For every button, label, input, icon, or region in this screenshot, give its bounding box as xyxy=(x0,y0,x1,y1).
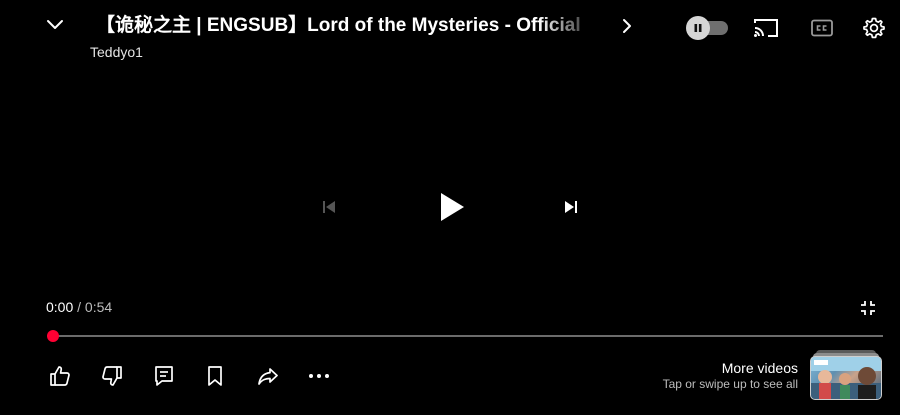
save-button[interactable] xyxy=(201,362,229,390)
thumbs-up-icon xyxy=(50,366,70,386)
previous-button[interactable] xyxy=(314,192,344,222)
duration: 0:54 xyxy=(84,299,113,315)
comments-button[interactable] xyxy=(150,362,178,390)
autoplay-toggle[interactable] xyxy=(686,16,728,40)
more-actions-button[interactable] xyxy=(305,362,333,390)
video-title[interactable]: 【诡秘之主 | ENGSUB】Lord of the Mysteries - O… xyxy=(96,12,599,40)
thumbnail-image xyxy=(810,356,882,400)
closed-captions-icon xyxy=(811,19,833,37)
thumbs-down-icon xyxy=(102,366,122,386)
more-videos-subtitle: Tap or swipe up to see all xyxy=(662,377,798,391)
exit-fullscreen-button[interactable] xyxy=(855,295,881,321)
time-display: 0:00 / 0:54 xyxy=(46,298,112,316)
skip-previous-icon xyxy=(323,201,335,213)
share-icon xyxy=(258,368,278,385)
more-videos-button[interactable]: More videos Tap or swipe up to see all xyxy=(663,360,798,392)
skip-next-icon xyxy=(565,201,577,213)
current-time: 0:00 xyxy=(46,299,74,315)
chevron-down-icon xyxy=(47,20,63,29)
channel-name[interactable]: Teddyo1 xyxy=(90,43,143,61)
gear-icon xyxy=(863,17,885,39)
chevron-right-icon xyxy=(623,19,631,33)
exit-fullscreen-icon xyxy=(861,301,875,315)
dislike-button[interactable] xyxy=(98,362,126,390)
cast-icon xyxy=(754,19,778,37)
pause-icon xyxy=(694,24,702,32)
title-expand-button[interactable] xyxy=(612,11,642,41)
scrubber-handle[interactable] xyxy=(47,330,59,342)
captions-button[interactable] xyxy=(806,12,838,44)
next-button[interactable] xyxy=(556,192,586,222)
settings-button[interactable] xyxy=(858,11,890,45)
more-horizontal-icon xyxy=(309,374,329,378)
comments-icon xyxy=(155,366,173,386)
time-separator: / xyxy=(77,299,82,315)
play-icon xyxy=(441,193,464,221)
thumbnail-artwork xyxy=(811,357,881,399)
progress-bar[interactable] xyxy=(53,335,883,337)
share-button[interactable] xyxy=(254,362,282,390)
cast-button[interactable] xyxy=(750,12,782,44)
autoplay-knob xyxy=(686,16,710,40)
more-videos-title: More videos xyxy=(721,360,798,376)
play-button[interactable] xyxy=(430,185,474,229)
like-button[interactable] xyxy=(46,362,74,390)
bookmark-icon xyxy=(208,366,222,386)
collapse-button[interactable] xyxy=(38,8,72,42)
more-videos-thumbnail[interactable] xyxy=(810,350,882,400)
